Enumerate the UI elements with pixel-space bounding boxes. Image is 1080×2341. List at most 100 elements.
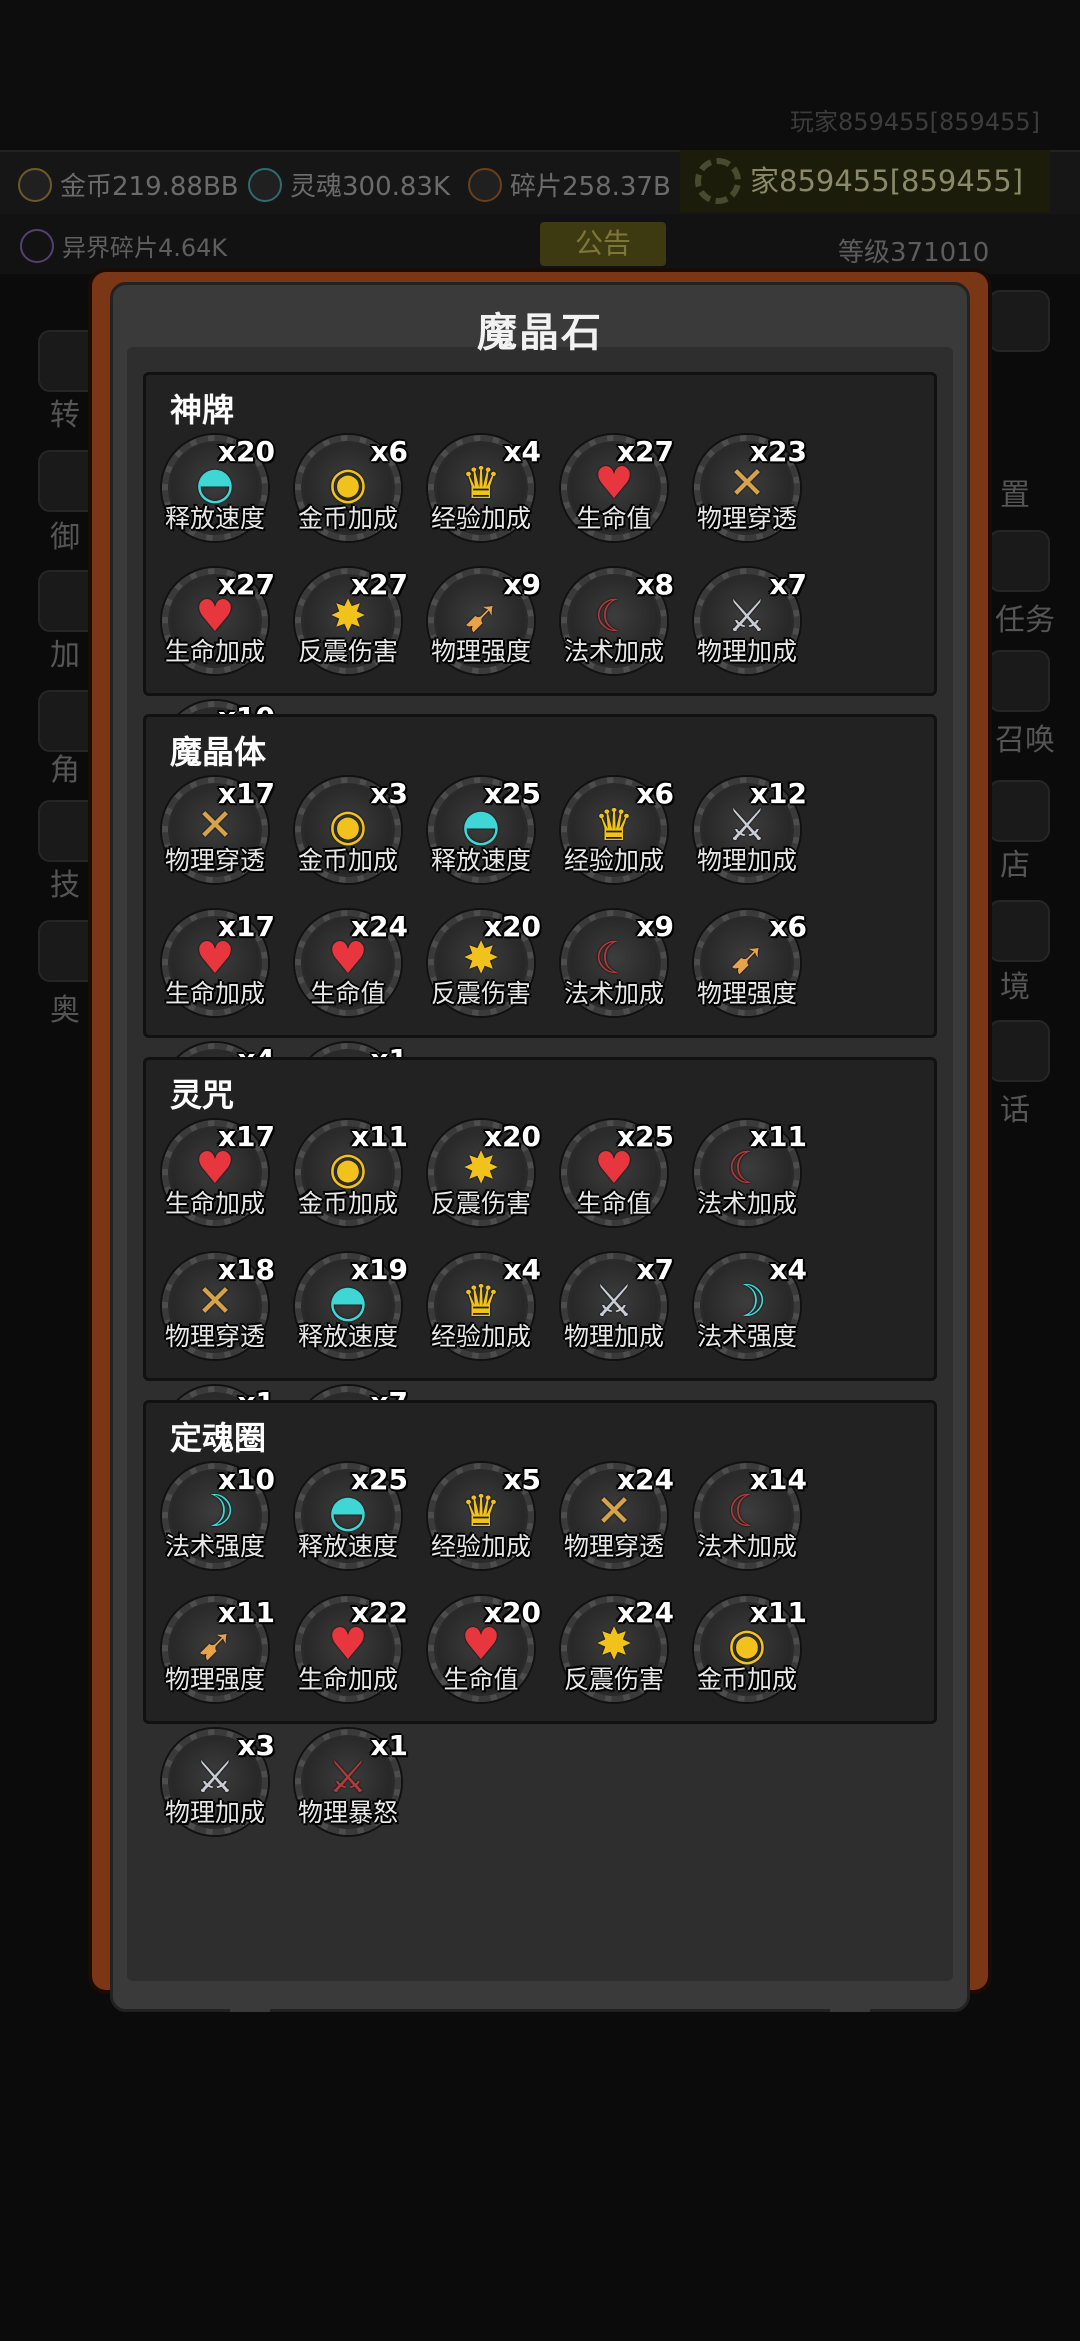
crystal-item[interactable]: ✸ x27 反震伤害 [285, 564, 418, 697]
otherworld-fragments: 异界碎片4.64K [20, 228, 227, 263]
item-label: 物理穿透 [164, 846, 265, 875]
side-label-left-2: 御 [50, 520, 80, 555]
crystal-item[interactable]: ☽x4法术强度 [684, 1249, 817, 1382]
item-count: x4 [503, 1253, 541, 1286]
item-label: 反震伤害 [563, 1665, 664, 1694]
otherworld-fragment-icon [20, 228, 54, 263]
crystal-item[interactable]: ✕ x23 物理穿透 [684, 431, 817, 564]
item-count: x9 [636, 910, 674, 943]
item-count: x20 [483, 910, 541, 943]
item-label: 生命值 [576, 504, 652, 533]
crystal-item[interactable]: ✸ x20 反震伤害 [418, 1116, 551, 1249]
item-label: 生命值 [576, 1189, 652, 1218]
item-count: x25 [350, 1463, 408, 1496]
crystal-item[interactable]: ⚔ x7 物理加成 [551, 1249, 684, 1382]
item-count: x12 [749, 777, 807, 810]
side-menu-icon[interactable] [988, 650, 1050, 712]
side-menu-icon[interactable] [38, 570, 100, 632]
gold-currency-label: 金币219.88BB [60, 172, 239, 202]
side-label-left-1: 转 [50, 398, 80, 433]
crystal-item[interactable]: ✸ x24 反震伤害 [551, 1592, 684, 1725]
crystal-item[interactable]: ◉ x11 金币加成 [285, 1116, 418, 1249]
player-title: 玩家859455[859455] [790, 108, 1040, 136]
crystal-item[interactable]: ☽x10法术强度 [152, 1459, 285, 1592]
item-label: 法术加成 [563, 979, 664, 1008]
item-count: x1 [370, 1729, 408, 1762]
fragment-icon [468, 167, 502, 202]
crystal-item[interactable]: ✕ x17 物理穿透 [152, 773, 285, 906]
item-count: x4 [503, 435, 541, 468]
item-count: x7 [769, 568, 807, 601]
crystal-item[interactable]: ◓ x25 释放速度 [418, 773, 551, 906]
crystal-item[interactable]: ➹ x11 物理强度 [152, 1592, 285, 1725]
crystal-item[interactable]: ✸ x20 反震伤害 [418, 906, 551, 1039]
side-menu-icon[interactable] [988, 900, 1050, 962]
crystal-item[interactable]: ☾ x8 法术加成 [551, 564, 684, 697]
section-title: 灵咒 [170, 1076, 235, 1114]
side-menu-icon[interactable] [988, 1020, 1050, 1082]
crystal-item[interactable]: ♥ x17 生命加成 [152, 1116, 285, 1249]
item-label: 物理穿透 [563, 1532, 664, 1561]
crystal-item[interactable]: ☾ x11 法术加成 [684, 1116, 817, 1249]
crystal-item[interactable]: ✕ x18 物理穿透 [152, 1249, 285, 1382]
crystal-item[interactable]: ⚔ x3 物理加成 [152, 1725, 285, 1858]
item-count: x27 [217, 568, 275, 601]
side-label-right-2: 任务 [995, 603, 1055, 638]
item-label: 经验加成 [430, 504, 531, 533]
item-count: x24 [616, 1596, 674, 1629]
side-menu-icon[interactable] [38, 450, 100, 512]
crystal-item[interactable]: ◓ x20 释放速度 [152, 431, 285, 564]
item-count: x3 [237, 1729, 275, 1762]
crystal-item[interactable]: ◉ x3 金币加成 [285, 773, 418, 906]
crystal-item[interactable]: ➹ x9 物理强度 [418, 564, 551, 697]
crystal-item[interactable]: ♛ x5 经验加成 [418, 1459, 551, 1592]
settings-gear-icon[interactable] [695, 158, 741, 204]
crystal-item[interactable]: ♛ x4 经验加成 [418, 1249, 551, 1382]
crystal-item[interactable]: ◓ x19 释放速度 [285, 1249, 418, 1382]
item-count: x9 [503, 568, 541, 601]
crystal-item[interactable]: ⚔ x7 物理加成 [684, 564, 817, 697]
item-label: 物理加成 [696, 846, 797, 875]
section-magic-crystal: 魔晶体 ✕ x17 物理穿透 ◉ x3 金币加成 ◓ x25 释放速度 ♛ x6 经验加成 ⚔ x12 物理… [143, 714, 937, 1149]
crystal-item[interactable]: ◓ x25 释放速度 [285, 1459, 418, 1592]
side-menu-icon[interactable] [988, 530, 1050, 592]
crystal-item[interactable]: ☾ x14 法术加成 [684, 1459, 817, 1592]
modal-title: 魔晶石 [477, 310, 603, 356]
side-label-right-6: 话 [1000, 1093, 1030, 1128]
item-label: 释放速度 [297, 1532, 398, 1561]
crystal-item[interactable]: ♥ x20 生命值 [418, 1592, 551, 1725]
crystal-item[interactable]: ♥ x25 生命值 [551, 1116, 684, 1249]
side-menu-icon[interactable] [38, 690, 100, 752]
item-count: x27 [350, 568, 408, 601]
item-label: 物理穿透 [164, 1322, 265, 1351]
crystal-item[interactable]: ➹ x6 物理强度 [684, 906, 817, 1039]
soul-currency: 灵魂300.83K [248, 166, 450, 203]
crystal-item[interactable]: ✕ x24 物理穿透 [551, 1459, 684, 1592]
crystal-item[interactable]: ⚔ x12 物理加成 [684, 773, 817, 906]
item-count: x25 [616, 1120, 674, 1153]
crystal-item[interactable]: ♥ x24 生命值 [285, 906, 418, 1039]
item-label: 物理强度 [696, 979, 797, 1008]
crystal-item[interactable]: ♥ x27 生命加成 [152, 564, 285, 697]
crystal-item[interactable]: ◉ x11 金币加成 [684, 1592, 817, 1725]
crystal-item[interactable]: ♥ x22 生命加成 [285, 1592, 418, 1725]
item-label: 反震伤害 [430, 1189, 531, 1218]
item-count: x24 [350, 910, 408, 943]
crystal-item[interactable]: ♥ x17 生命加成 [152, 906, 285, 1039]
section-title: 定魂圈 [170, 1419, 267, 1457]
item-count: x5 [503, 1463, 541, 1496]
notice-button[interactable]: 公告 [540, 222, 666, 266]
crystal-item[interactable]: ☾ x9 法术加成 [551, 906, 684, 1039]
item-label: 生命加成 [164, 637, 265, 666]
crystal-item[interactable]: ⚔x1物理暴怒 [285, 1725, 418, 1858]
crystal-item[interactable]: ♥ x27 生命值 [551, 431, 684, 564]
crystal-item[interactable]: ♛ x4 经验加成 [418, 431, 551, 564]
side-menu-icon[interactable] [988, 780, 1050, 842]
section-title: 神牌 [170, 391, 235, 429]
crystal-item[interactable]: ◉ x6 金币加成 [285, 431, 418, 564]
side-menu-icon[interactable] [38, 920, 100, 982]
item-label: 释放速度 [430, 846, 531, 875]
crystal-item[interactable]: ♛ x6 经验加成 [551, 773, 684, 906]
side-menu-icon[interactable] [38, 800, 100, 862]
item-count: x11 [217, 1596, 275, 1629]
